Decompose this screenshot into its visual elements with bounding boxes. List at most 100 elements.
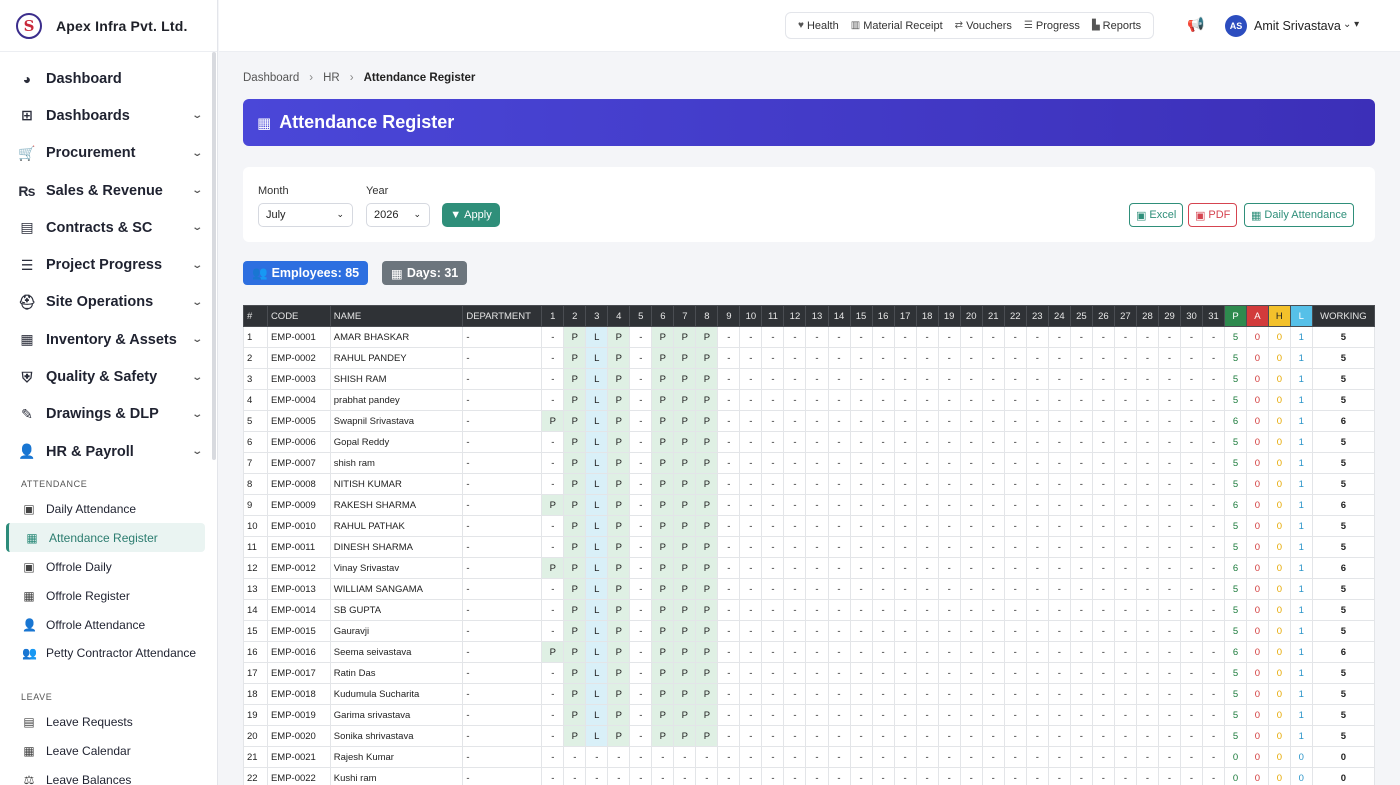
day-status-cell[interactable]: P bbox=[695, 725, 719, 747]
day-status-cell[interactable]: - bbox=[1069, 746, 1093, 768]
day-status-cell[interactable]: - bbox=[1179, 326, 1204, 348]
day-status-cell[interactable]: L bbox=[585, 662, 609, 684]
day-status-cell[interactable]: P bbox=[607, 641, 631, 663]
day-status-cell[interactable]: L bbox=[585, 620, 609, 642]
apply-button[interactable]: ▼ Apply bbox=[442, 203, 500, 227]
day-status-cell[interactable]: - bbox=[893, 599, 917, 621]
day-status-cell[interactable]: - bbox=[805, 767, 829, 785]
day-status-cell[interactable]: - bbox=[937, 389, 961, 411]
day-status-cell[interactable]: P bbox=[695, 368, 719, 390]
day-status-cell[interactable]: - bbox=[981, 578, 1005, 600]
day-status-cell[interactable]: - bbox=[761, 368, 785, 390]
column-header-working[interactable]: WORKING bbox=[1311, 305, 1375, 327]
day-status-cell[interactable]: P bbox=[673, 620, 697, 642]
day-status-cell[interactable]: - bbox=[783, 473, 807, 495]
day-status-cell[interactable]: P bbox=[563, 368, 587, 390]
day-status-cell[interactable]: - bbox=[1091, 599, 1115, 621]
day-status-cell[interactable]: - bbox=[915, 494, 939, 516]
day-status-cell[interactable]: - bbox=[607, 767, 631, 785]
day-status-cell[interactable]: P bbox=[695, 536, 719, 558]
day-status-cell[interactable]: - bbox=[739, 368, 763, 390]
sidebar-item-quality-and-safety[interactable]: ⛨ Quality & Safety ⌄ bbox=[0, 358, 217, 395]
column-header-day[interactable]: 23 bbox=[1025, 305, 1049, 327]
column-header-day[interactable]: 25 bbox=[1069, 305, 1093, 327]
day-status-cell[interactable]: P bbox=[695, 683, 719, 705]
day-status-cell[interactable]: - bbox=[761, 662, 785, 684]
day-status-cell[interactable]: - bbox=[1047, 704, 1071, 726]
day-status-cell[interactable]: - bbox=[827, 725, 851, 747]
day-status-cell[interactable]: P bbox=[607, 620, 631, 642]
day-status-cell[interactable]: - bbox=[761, 683, 785, 705]
day-status-cell[interactable]: - bbox=[541, 599, 565, 621]
day-status-cell[interactable]: - bbox=[805, 431, 829, 453]
day-status-cell[interactable]: - bbox=[1157, 389, 1182, 411]
day-status-cell[interactable]: - bbox=[937, 452, 961, 474]
day-status-cell[interactable]: - bbox=[717, 452, 741, 474]
table-row[interactable]: 13 EMP-0013 WILLIAM SANGAMA - - P L P - P P P - - - - - -… bbox=[243, 578, 1375, 600]
day-status-cell[interactable]: - bbox=[607, 746, 631, 768]
sidebar-item-drawings-and-dlp[interactable]: ✎ Drawings & DLP ⌄ bbox=[0, 396, 217, 433]
day-status-cell[interactable]: - bbox=[937, 431, 961, 453]
day-status-cell[interactable]: - bbox=[1003, 599, 1027, 621]
day-status-cell[interactable]: - bbox=[1047, 683, 1071, 705]
day-status-cell[interactable]: - bbox=[1091, 326, 1115, 348]
day-status-cell[interactable]: - bbox=[959, 662, 983, 684]
column-header-day[interactable]: 11 bbox=[761, 305, 785, 327]
column-header-code[interactable]: CODE bbox=[266, 305, 331, 327]
day-status-cell[interactable]: - bbox=[849, 704, 873, 726]
day-status-cell[interactable]: - bbox=[541, 326, 565, 348]
day-status-cell[interactable]: - bbox=[1069, 368, 1093, 390]
day-status-cell[interactable]: P bbox=[673, 494, 697, 516]
day-status-cell[interactable]: - bbox=[1179, 368, 1204, 390]
day-status-cell[interactable]: - bbox=[1091, 578, 1115, 600]
day-status-cell[interactable]: - bbox=[893, 515, 917, 537]
sidebar-item-contracts-and-sc[interactable]: ▤ Contracts & SC ⌄ bbox=[0, 209, 217, 246]
day-status-cell[interactable]: - bbox=[783, 494, 807, 516]
day-status-cell[interactable]: - bbox=[585, 767, 609, 785]
day-status-cell[interactable]: - bbox=[805, 662, 829, 684]
day-status-cell[interactable]: L bbox=[585, 557, 609, 579]
day-status-cell[interactable]: - bbox=[761, 494, 785, 516]
column-header-department[interactable]: DEPARTMENT bbox=[462, 305, 543, 327]
day-status-cell[interactable]: - bbox=[629, 326, 653, 348]
day-status-cell[interactable]: - bbox=[981, 599, 1005, 621]
day-status-cell[interactable]: - bbox=[1179, 746, 1204, 768]
day-status-cell[interactable]: P bbox=[607, 494, 631, 516]
day-status-cell[interactable]: - bbox=[959, 410, 983, 432]
day-status-cell[interactable]: - bbox=[1091, 452, 1115, 474]
day-status-cell[interactable]: - bbox=[981, 452, 1005, 474]
day-status-cell[interactable]: - bbox=[1202, 725, 1226, 747]
column-header-day[interactable]: 1 bbox=[541, 305, 565, 327]
day-status-cell[interactable]: - bbox=[915, 326, 939, 348]
day-status-cell[interactable]: - bbox=[783, 326, 807, 348]
sidebar-scrollbar[interactable] bbox=[212, 52, 216, 460]
quick-link-health[interactable]: ♥ Health bbox=[792, 20, 845, 32]
day-status-cell[interactable]: - bbox=[1069, 620, 1093, 642]
day-status-cell[interactable]: - bbox=[893, 662, 917, 684]
day-status-cell[interactable]: - bbox=[871, 536, 895, 558]
day-status-cell[interactable]: - bbox=[805, 641, 829, 663]
day-status-cell[interactable]: - bbox=[1025, 515, 1049, 537]
day-status-cell[interactable]: L bbox=[585, 683, 609, 705]
day-status-cell[interactable]: - bbox=[1069, 389, 1093, 411]
day-status-cell[interactable]: - bbox=[739, 620, 763, 642]
day-status-cell[interactable]: - bbox=[783, 662, 807, 684]
day-status-cell[interactable]: - bbox=[805, 473, 829, 495]
year-select[interactable]: 2026 ⌄ bbox=[366, 203, 430, 227]
day-status-cell[interactable]: - bbox=[629, 725, 653, 747]
day-status-cell[interactable]: - bbox=[937, 326, 961, 348]
day-status-cell[interactable]: - bbox=[959, 557, 983, 579]
day-status-cell[interactable]: - bbox=[893, 473, 917, 495]
day-status-cell[interactable]: - bbox=[1157, 536, 1182, 558]
day-status-cell[interactable]: - bbox=[937, 368, 961, 390]
day-status-cell[interactable]: - bbox=[959, 515, 983, 537]
day-status-cell[interactable]: - bbox=[871, 683, 895, 705]
table-row[interactable]: 1 EMP-0001 AMAR BHASKAR - - P L P - P P P - - - - - - - - - -… bbox=[243, 326, 1375, 348]
day-status-cell[interactable]: P bbox=[563, 578, 587, 600]
day-status-cell[interactable]: - bbox=[805, 326, 829, 348]
day-status-cell[interactable]: - bbox=[1113, 578, 1137, 600]
column-header-day[interactable]: 14 bbox=[827, 305, 851, 327]
day-status-cell[interactable]: - bbox=[783, 683, 807, 705]
day-status-cell[interactable]: - bbox=[849, 368, 873, 390]
table-row[interactable]: 4 EMP-0004 prabhat pandey - - P L P - P P P - - - - - - - -… bbox=[243, 389, 1375, 411]
